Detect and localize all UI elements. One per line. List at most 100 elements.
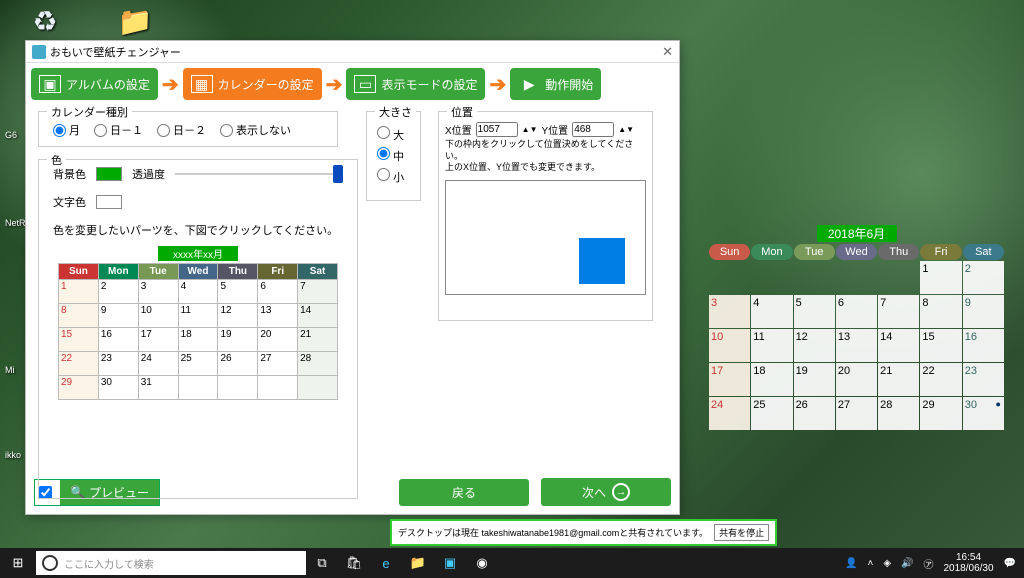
fieldset-legend: カレンダー種別 — [47, 104, 132, 120]
language-icon[interactable]: ㋐ — [923, 556, 933, 571]
fieldset-legend: 色 — [47, 152, 66, 168]
radio-type-day1[interactable]: 日－１ — [94, 122, 143, 138]
x-position-input[interactable] — [476, 122, 518, 137]
desktop-calendar-cell — [794, 261, 835, 294]
position-picker[interactable] — [445, 180, 646, 295]
position-marker[interactable] — [579, 238, 625, 284]
desktop-icon-folder[interactable]: 📁 — [115, 5, 155, 38]
app-icon — [32, 45, 46, 59]
desktop-calendar-cell: 22 — [920, 363, 961, 396]
desktop-calendar-cell: 24 — [709, 397, 750, 430]
opacity-slider[interactable] — [175, 173, 343, 175]
wifi-icon[interactable]: ◈ — [883, 558, 891, 569]
app-taskbar-icon[interactable]: ▣ — [434, 555, 466, 571]
fieldset-color: 色 背景色 透過度 文字色 色を変更したいパーツを、下図でクリックしてください。… — [38, 159, 358, 499]
desktop-calendar-cell: 14 — [878, 329, 919, 362]
desktop-calendar-cell — [836, 261, 877, 294]
start-button[interactable]: ⊞ — [0, 555, 36, 571]
chrome-icon[interactable]: ◉ — [466, 555, 498, 571]
radio-size-medium[interactable]: 中 — [377, 147, 410, 164]
desktop-calendar-cell: 28 — [878, 397, 919, 430]
taskbar-clock[interactable]: 16:54 2018/06/30 — [943, 552, 993, 574]
next-button[interactable]: 次へ→ — [541, 478, 671, 506]
desktop-label: ikko — [5, 450, 21, 460]
fg-color-label: 文字色 — [53, 194, 86, 210]
stop-share-button[interactable]: 共有を停止 — [714, 524, 769, 541]
volume-icon[interactable]: 🔊 — [901, 558, 913, 569]
desktop-label: Mi — [5, 365, 15, 375]
position-note-2: 上のX位置、Y位置でも変更できます。 — [439, 162, 652, 174]
fieldset-calendar-type: カレンダー種別 月 日－１ 日－２ 表示しない — [38, 111, 338, 147]
store-icon[interactable]: 🛍 — [338, 555, 370, 571]
radio-size-large[interactable]: 大 — [377, 126, 410, 143]
desktop-calendar-cell — [751, 261, 792, 294]
y-position-input[interactable] — [572, 122, 614, 137]
search-placeholder: ここに入力して検索 — [64, 556, 154, 571]
wizard-steps: ▣アルバムの設定 ➔ ▦カレンダーの設定 ➔ ▭表示モードの設定 ➔ ▶動作開始 — [26, 63, 679, 105]
calendar-icon: ▦ — [191, 75, 213, 93]
chevron-right-icon: ➔ — [324, 72, 345, 97]
mini-calendar-title[interactable]: xxxx年xx月 — [158, 246, 238, 261]
bg-color-swatch[interactable] — [96, 167, 122, 181]
tray-chevron-icon[interactable]: ˄ — [867, 558, 873, 569]
desktop-label: G6 — [5, 130, 17, 140]
desktop-calendar-cell: 7 — [878, 295, 919, 328]
desktop-calendar-cell: 27 — [836, 397, 877, 430]
desktop-calendar-cell: 3 — [709, 295, 750, 328]
titlebar[interactable]: おもいで壁紙チェンジャー ✕ — [26, 41, 679, 63]
desktop-calendar-title: 2018年6月 — [817, 225, 897, 242]
people-icon[interactable]: 👤 — [845, 558, 857, 569]
fieldset-size: 大きさ 大 中 小 — [366, 111, 421, 201]
share-text: デスクトップは現在 takeshiwatanabe1981@gmail.comと… — [398, 526, 708, 539]
step-display[interactable]: ▭表示モードの設定 — [346, 68, 485, 100]
x-label: X位置 — [445, 122, 472, 137]
back-button[interactable]: 戻る — [399, 479, 529, 506]
opacity-label: 透過度 — [132, 166, 165, 182]
radio-type-month[interactable]: 月 — [53, 122, 80, 138]
desktop-calendar-cell: 9 — [963, 295, 1004, 328]
desktop-calendar-cell: 25 — [751, 397, 792, 430]
fg-color-swatch[interactable] — [96, 195, 122, 209]
edge-icon[interactable]: e — [370, 556, 402, 571]
chevron-right-icon: ➔ — [160, 72, 181, 97]
desktop-calendar-grid: 1234567891011121314151617181920212223242… — [709, 261, 1004, 430]
step-calendar[interactable]: ▦カレンダーの設定 — [183, 68, 322, 100]
desktop-calendar-cell — [709, 261, 750, 294]
fieldset-legend: 大きさ — [375, 104, 416, 120]
radio-type-none[interactable]: 表示しない — [220, 122, 291, 138]
cortana-icon — [42, 555, 58, 571]
taskbar-search[interactable]: ここに入力して検索 — [36, 551, 306, 575]
task-view-icon[interactable]: ⧉ — [306, 555, 338, 571]
desktop-calendar-cell: 19 — [794, 363, 835, 396]
desktop-calendar-cell: 20 — [836, 363, 877, 396]
fieldset-legend: 位置 — [447, 104, 477, 120]
play-icon: ▶ — [518, 75, 540, 93]
bg-color-label: 背景色 — [53, 166, 86, 182]
explorer-icon[interactable]: 📁 — [402, 555, 434, 571]
system-tray: 👤 ˄ ◈ 🔊 ㋐ 16:54 2018/06/30 💬 — [845, 552, 1024, 574]
desktop-calendar-cell: 8 — [920, 295, 961, 328]
folder-icon: 📁 — [115, 5, 155, 38]
step-album[interactable]: ▣アルバムの設定 — [31, 68, 158, 100]
desktop-calendar-cell: 11 — [751, 329, 792, 362]
arrow-right-icon: → — [612, 483, 630, 501]
desktop-icon-recycle-bin[interactable]: ♻ — [25, 5, 65, 38]
desktop-calendar-cell: 6 — [836, 295, 877, 328]
notification-icon[interactable]: 💬 — [1004, 558, 1016, 569]
mini-calendar[interactable]: Sun Mon Tue Wed Thu Fri Sat 1234567 8910… — [58, 263, 338, 400]
mini-th-sun[interactable]: Sun — [59, 264, 99, 280]
taskbar: ⊞ ここに入力して検索 ⧉ 🛍 e 📁 ▣ ◉ 👤 ˄ ◈ 🔊 ㋐ 16:54 … — [0, 548, 1024, 578]
slider-thumb[interactable] — [333, 165, 343, 183]
close-icon[interactable]: ✕ — [662, 44, 673, 60]
recycle-bin-icon: ♻ — [25, 5, 65, 38]
radio-size-small[interactable]: 小 — [377, 168, 410, 185]
desktop-calendar-cell — [878, 261, 919, 294]
step-start[interactable]: ▶動作開始 — [510, 68, 601, 100]
desktop-calendar-cell: 1 — [920, 261, 961, 294]
desktop-label: NetR — [5, 218, 26, 228]
desktop-calendar-cell: 2 — [963, 261, 1004, 294]
mini-th-sat[interactable]: Sat — [298, 264, 338, 280]
radio-type-day2[interactable]: 日－２ — [157, 122, 206, 138]
chevron-right-icon: ➔ — [487, 72, 508, 97]
desktop-calendar-cell: 5 — [794, 295, 835, 328]
